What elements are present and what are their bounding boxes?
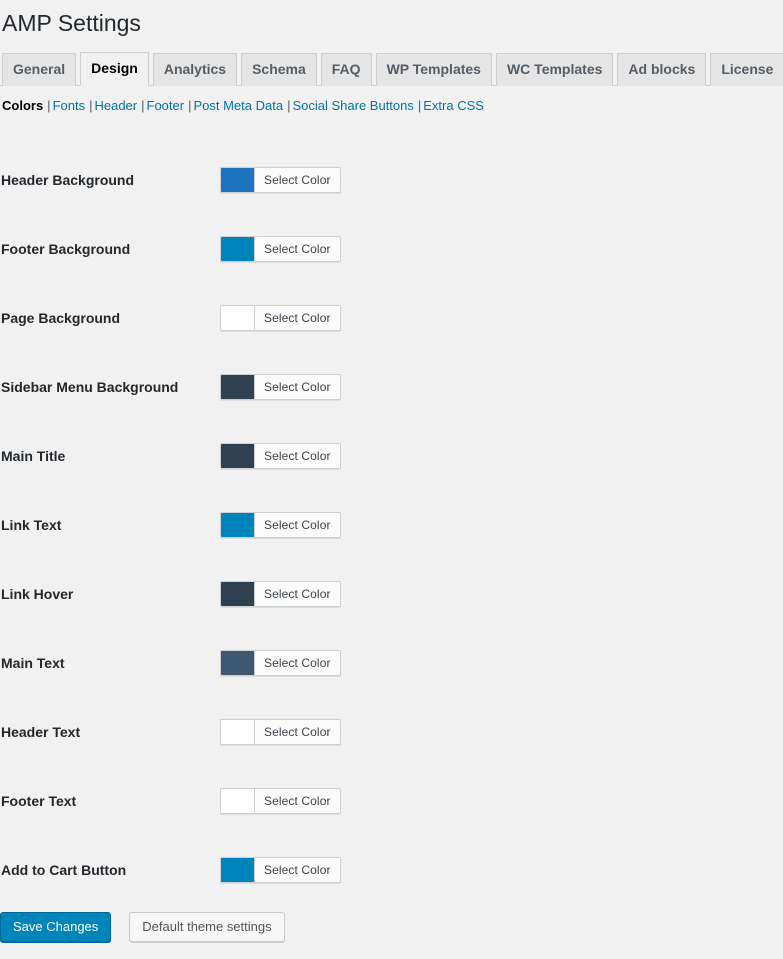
select-color-label: Select Color — [255, 513, 340, 538]
subnav-item-fonts[interactable]: Fonts — [53, 98, 86, 113]
color-setting-label: Page Background — [1, 310, 121, 327]
default-theme-settings-button[interactable]: Default theme settings — [129, 912, 285, 942]
save-changes-button[interactable]: Save Changes — [0, 912, 112, 942]
subnav-item-colors[interactable]: Colors — [2, 98, 43, 113]
subnav-item-social-share-buttons[interactable]: Social Share Buttons — [292, 98, 413, 113]
tab-schema[interactable]: Schema — [241, 53, 317, 86]
color-setting-label: Add to Cart Button — [1, 862, 127, 879]
color-setting-label: Main Text — [1, 655, 65, 672]
color-setting-label: Link Hover — [1, 586, 74, 603]
color-swatch[interactable] — [221, 858, 255, 883]
select-color-label: Select Color — [255, 582, 340, 607]
subnav-separator: | — [47, 97, 51, 113]
select-color-label: Select Color — [255, 237, 340, 262]
color-setting-row: Header Text Select Color — [0, 698, 783, 767]
color-setting-row: Add to Cart Button Select Color — [0, 836, 783, 905]
color-picker-button[interactable]: Select Color — [220, 581, 341, 608]
tab-wp-templates[interactable]: WP Templates — [375, 53, 492, 86]
color-picker-button[interactable]: Select Color — [220, 857, 341, 884]
color-picker-button[interactable]: Select Color — [220, 788, 341, 815]
select-color-label: Select Color — [255, 789, 340, 814]
tab-general[interactable]: General — [2, 53, 77, 86]
color-setting-label: Header Background — [1, 172, 135, 189]
color-swatch[interactable] — [221, 789, 255, 814]
page-title: AMP Settings — [2, 10, 141, 36]
color-swatch[interactable] — [221, 444, 255, 469]
color-picker-button[interactable]: Select Color — [220, 512, 341, 539]
select-color-label: Select Color — [255, 444, 340, 469]
color-picker-button[interactable]: Select Color — [220, 650, 341, 677]
select-color-label: Select Color — [255, 651, 340, 676]
color-swatch[interactable] — [221, 306, 255, 331]
subnav-item-extra-css[interactable]: Extra CSS — [423, 98, 484, 113]
color-picker-button[interactable]: Select Color — [220, 305, 341, 332]
color-setting-row: Footer Text Select Color — [0, 767, 783, 836]
color-setting-row: Link Text Select Color — [0, 491, 783, 560]
subnav-separator: | — [141, 97, 145, 113]
color-picker-button[interactable]: Select Color — [220, 167, 341, 194]
color-swatch[interactable] — [221, 237, 255, 262]
tab-analytics[interactable]: Analytics — [152, 53, 238, 86]
select-color-label: Select Color — [255, 168, 340, 193]
color-picker-button[interactable]: Select Color — [220, 719, 341, 746]
color-setting-label: Footer Text — [1, 793, 77, 810]
color-setting-label: Link Text — [1, 517, 62, 534]
tab-ad-blocks[interactable]: Ad blocks — [617, 53, 707, 86]
tab-license[interactable]: License — [710, 53, 783, 86]
color-swatch[interactable] — [221, 168, 255, 193]
subnav-item-post-meta-data[interactable]: Post Meta Data — [193, 98, 283, 113]
color-setting-row: Main Title Select Color — [0, 422, 783, 491]
color-setting-row: Sidebar Menu Background Select Color — [0, 353, 783, 422]
color-setting-row: Page Background Select Color — [0, 284, 783, 353]
select-color-label: Select Color — [255, 858, 340, 883]
color-setting-label: Sidebar Menu Background — [1, 379, 179, 396]
color-swatch[interactable] — [221, 375, 255, 400]
select-color-label: Select Color — [255, 375, 340, 400]
color-setting-row: Footer Background Select Color — [0, 215, 783, 284]
color-setting-label: Header Text — [1, 724, 81, 741]
settings-tab-bar: General Design Analytics Schema FAQ WP Templa… — [0, 42, 783, 86]
color-swatch[interactable] — [221, 513, 255, 538]
color-setting-row: Header Background Select Color — [0, 146, 783, 215]
color-picker-button[interactable]: Select Color — [220, 236, 341, 263]
color-swatch[interactable] — [221, 651, 255, 676]
form-actions: Save Changes Default theme settings — [0, 912, 285, 942]
subnav-item-footer[interactable]: Footer — [147, 98, 185, 113]
color-setting-label: Footer Background — [1, 241, 131, 258]
color-swatch[interactable] — [221, 582, 255, 607]
tab-wc-templates[interactable]: WC Templates — [495, 53, 614, 86]
color-swatch[interactable] — [221, 720, 255, 745]
color-setting-label: Main Title — [1, 448, 66, 465]
subnav-separator: | — [417, 97, 422, 113]
tab-design[interactable]: Design — [80, 52, 149, 86]
color-setting-row: Main Text Select Color — [0, 629, 783, 698]
select-color-label: Select Color — [255, 720, 340, 745]
select-color-label: Select Color — [255, 306, 340, 331]
design-subnav: Colors | Fonts | Header | Footer | Post Meta Dat… — [2, 96, 783, 116]
color-setting-row: Link Hover Select Color — [0, 560, 783, 629]
subnav-item-header[interactable]: Header — [94, 98, 137, 113]
color-picker-button[interactable]: Select Color — [220, 374, 341, 401]
color-settings-list: Header Background Select Color Footer Back… — [0, 146, 783, 905]
color-picker-button[interactable]: Select Color — [220, 443, 341, 470]
tab-faq[interactable]: FAQ — [320, 53, 372, 86]
